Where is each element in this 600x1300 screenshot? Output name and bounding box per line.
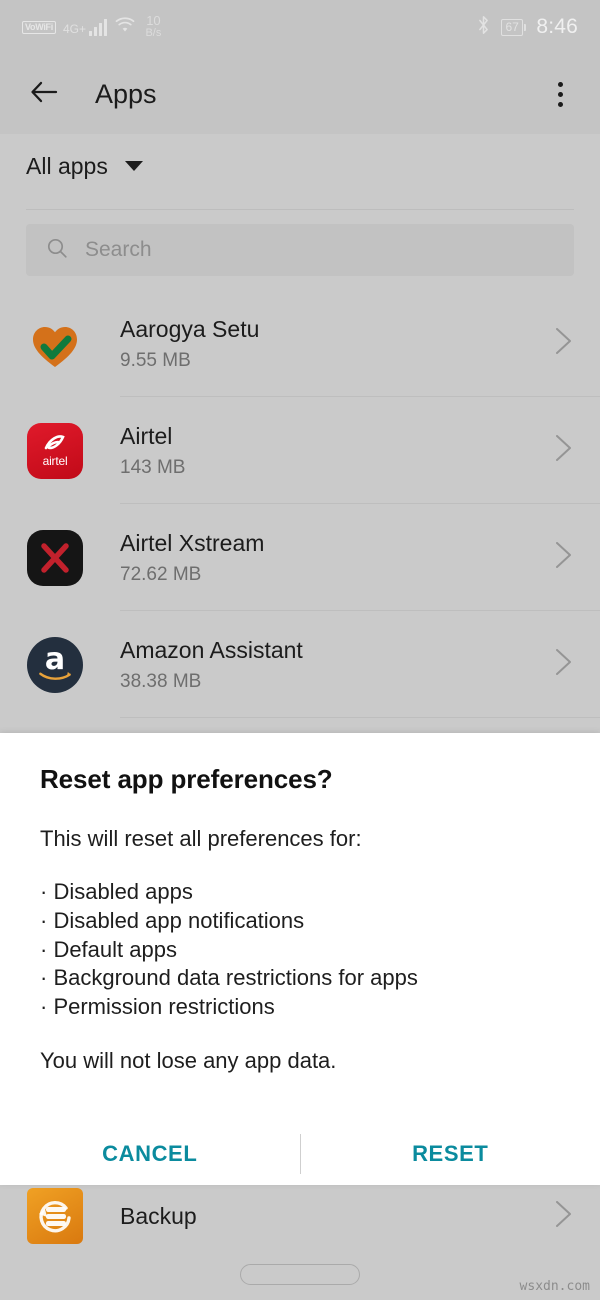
overflow-dot: [557, 101, 563, 107]
amazon-assistant-app-icon: a: [26, 636, 84, 694]
app-name: Backup: [120, 1202, 197, 1229]
dialog-title: Reset app preferences?: [40, 764, 333, 794]
app-name: Airtel: [120, 423, 173, 450]
list-item-text: Amazon Assistant 38.38 MB: [120, 636, 552, 693]
dialog-bullet-item: · Background data restrictions for apps: [40, 965, 418, 991]
status-bar-right: 67 8:46: [476, 15, 578, 40]
filter-label: All apps: [26, 152, 108, 179]
overflow-dot: [557, 81, 563, 87]
chevron-right-icon: [552, 647, 574, 682]
dialog-body-text: This will reset all preferences for:: [40, 826, 362, 851]
data-rate-indicator: 10 B/s: [145, 14, 161, 39]
battery-icon: 67: [501, 18, 527, 36]
amazon-letter: a: [44, 642, 66, 677]
list-item[interactable]: a Amazon Assistant 38.38 MB: [0, 611, 600, 718]
page-title: Apps: [95, 78, 157, 109]
overflow-dot: [557, 91, 563, 97]
airtel-xstream-app-icon: [26, 529, 84, 587]
battery-cap: [524, 23, 527, 31]
list-item[interactable]: Backup: [0, 1185, 600, 1247]
app-size: 9.55 MB: [120, 349, 191, 371]
dialog-actions: CANCEL RESET: [0, 1123, 600, 1185]
overflow-menu-icon[interactable]: [546, 77, 574, 111]
filter-dropdown[interactable]: All apps: [0, 134, 600, 198]
list-item-text: Backup: [120, 1202, 552, 1231]
dialog-bullet-item: · Disabled apps: [40, 878, 193, 904]
dialog-bullet-item: · Permission restrictions: [40, 994, 275, 1020]
app-list: Aarogya Setu 9.55 MB airtel Airtel 143 M…: [0, 290, 600, 718]
data-rate-unit: B/s: [145, 27, 162, 40]
list-item-text: Aarogya Setu 9.55 MB: [120, 315, 552, 372]
app-bar: Apps: [0, 54, 600, 134]
list-item[interactable]: airtel Airtel 143 MB: [0, 397, 600, 504]
app-size: 72.62 MB: [120, 563, 202, 585]
list-item-text: Airtel 143 MB: [120, 422, 552, 479]
chevron-right-icon: [552, 433, 574, 468]
airtel-wordmark: airtel: [42, 454, 68, 468]
chevron-right-icon: [552, 540, 574, 575]
app-size: 38.38 MB: [120, 670, 202, 692]
dialog-bullet-list: · Disabled apps · Disabled app notificat…: [40, 878, 560, 1022]
app-name: Airtel Xstream: [120, 530, 265, 557]
battery-level-label: 67: [501, 18, 523, 36]
reset-app-preferences-dialog: Reset app preferences? This will reset a…: [0, 733, 600, 1185]
clock-label: 8:46: [536, 15, 578, 38]
cellular-signal-icon: [88, 18, 108, 36]
gesture-nav-bar: [0, 1248, 600, 1300]
dialog-bullet-item: · Disabled app notifications: [40, 907, 305, 933]
reset-button[interactable]: RESET: [301, 1141, 600, 1167]
bluetooth-icon: [476, 15, 491, 40]
chevron-right-icon: [552, 1199, 574, 1234]
chevron-down-icon: [124, 161, 143, 171]
search-input[interactable]: Search: [26, 224, 574, 276]
list-item-text: Airtel Xstream 72.62 MB: [120, 529, 552, 586]
app-size: 143 MB: [120, 456, 186, 478]
dialog-bullet-item: · Default apps: [40, 936, 177, 962]
backup-app-icon: [26, 1187, 84, 1245]
dialog-footnote: You will not lose any app data.: [40, 1048, 337, 1074]
search-container: Search: [0, 210, 600, 276]
chevron-right-icon: [552, 326, 574, 361]
app-name: Amazon Assistant: [120, 637, 303, 664]
list-item[interactable]: Airtel Xstream 72.62 MB: [0, 504, 600, 611]
divider: [120, 717, 600, 718]
list-item[interactable]: Aarogya Setu 9.55 MB: [0, 290, 600, 397]
app-name: Aarogya Setu: [120, 316, 260, 343]
back-icon[interactable]: [26, 74, 62, 115]
airtel-app-icon: airtel: [26, 422, 84, 480]
wifi-icon: [114, 16, 136, 39]
phone-screen: VoWiFi 4G+ 10 B/s 67 8:46 Apps All apps …: [0, 0, 600, 1300]
status-bar-left: VoWiFi 4G+ 10 B/s: [22, 14, 161, 39]
data-rate-value: 10: [146, 13, 161, 29]
network-type-label: 4G+: [62, 22, 86, 37]
cancel-button[interactable]: CANCEL: [0, 1141, 300, 1167]
watermark: wsxdn.com: [519, 1279, 590, 1294]
vowifi-icon: VoWiFi: [22, 20, 56, 34]
search-placeholder: Search: [85, 238, 152, 261]
home-gesture-pill[interactable]: [240, 1263, 360, 1285]
search-icon: [46, 237, 68, 264]
aarogya-setu-app-icon: [26, 315, 84, 373]
status-bar: VoWiFi 4G+ 10 B/s 67 8:46: [0, 0, 600, 54]
